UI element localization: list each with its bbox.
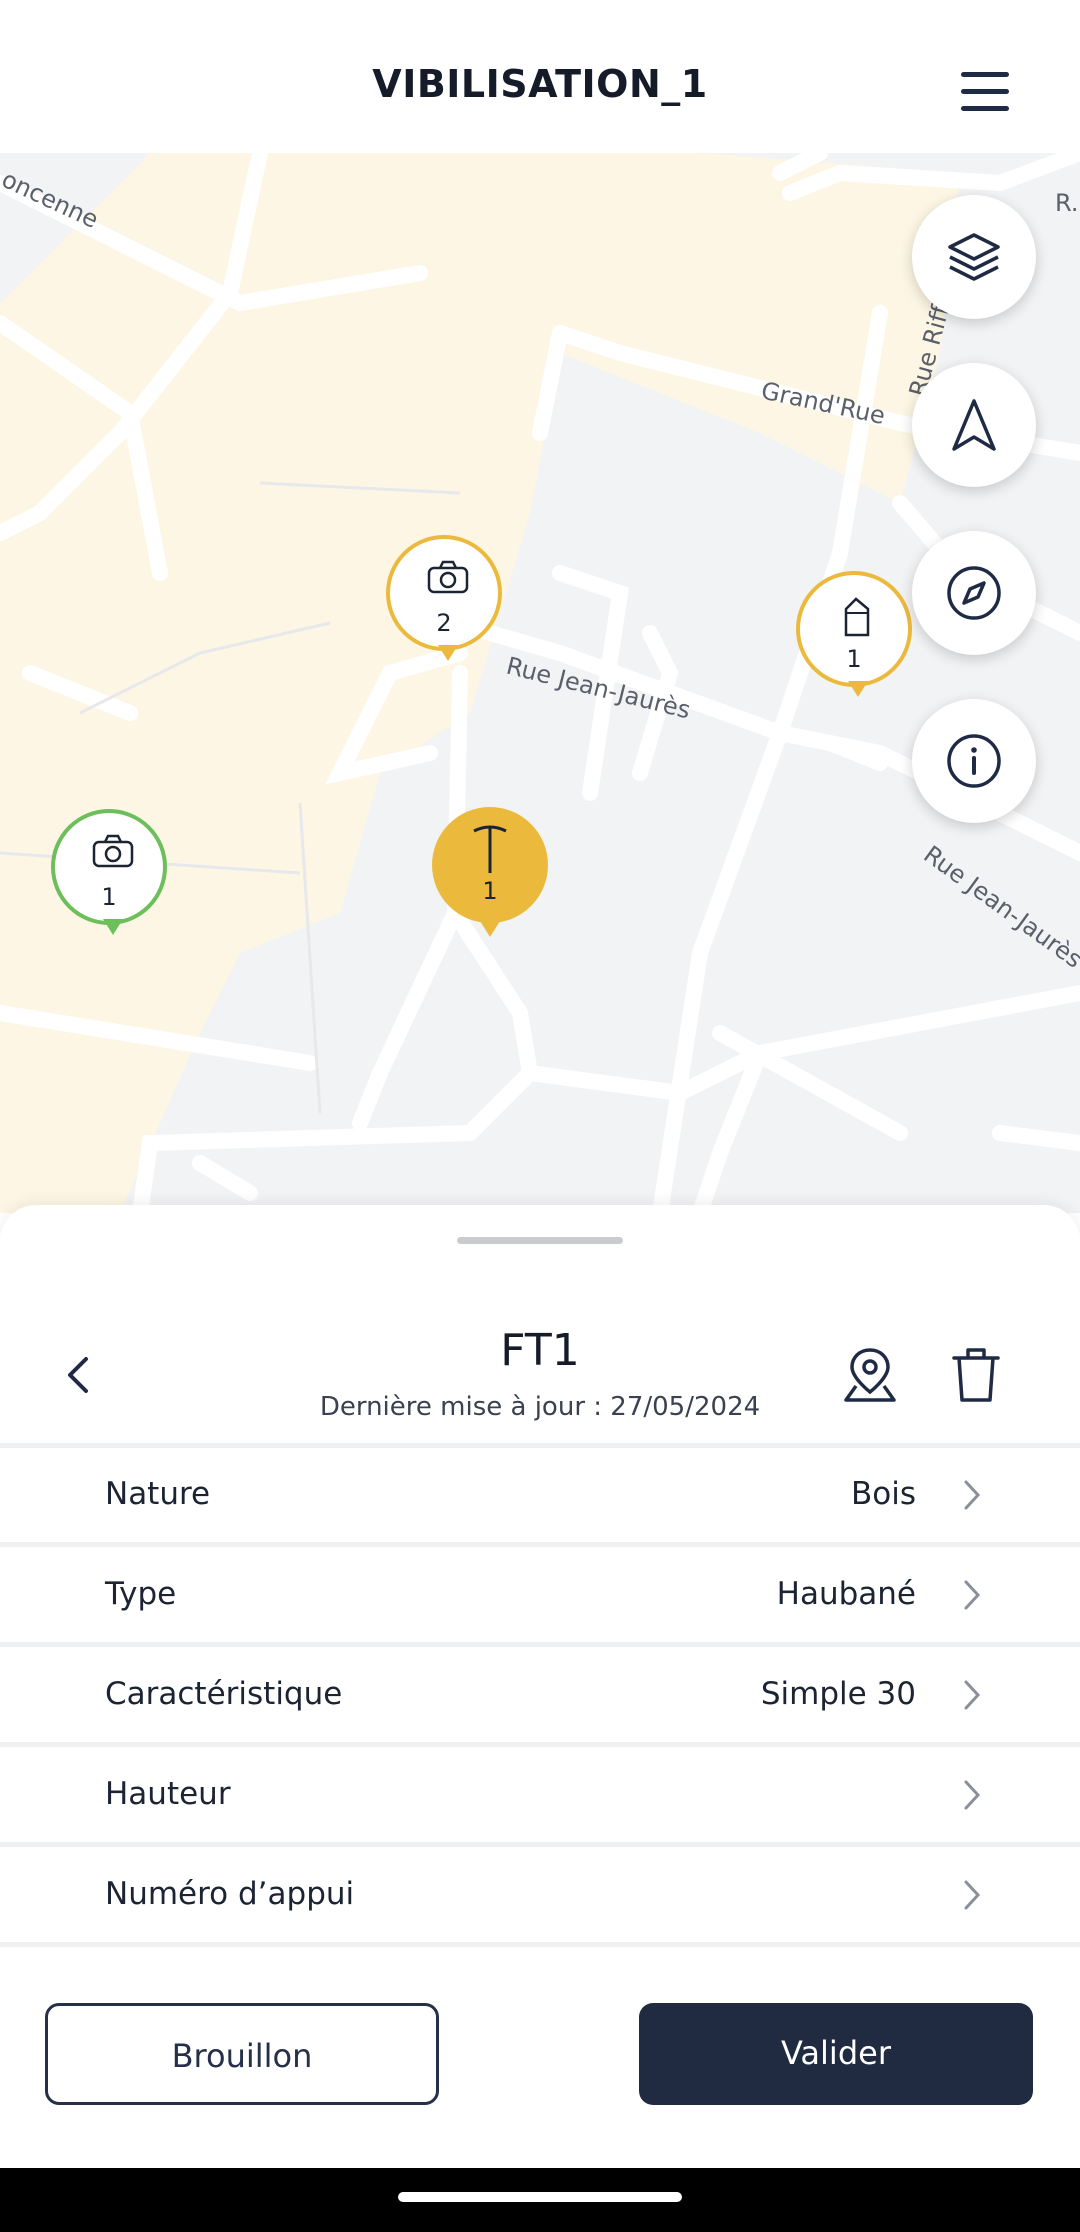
map-view[interactable]: Rue Jean-Jaurès Grand'Rue Rue Riff Rue J… [0, 153, 1080, 1213]
marker-count: 1 [101, 883, 117, 911]
divider [0, 1842, 1080, 1847]
marker-count: 2 [436, 609, 452, 637]
field-value: Simple 30 [760, 1676, 916, 1712]
building-icon [844, 597, 870, 637]
chevron-right-icon [964, 1680, 981, 1710]
field-label: Type [105, 1576, 177, 1612]
camera-icon [427, 560, 469, 594]
chevron-right-icon [964, 1480, 981, 1510]
marker-count: 1 [482, 877, 498, 905]
field-row-type[interactable]: Type Haubané [0, 1548, 1080, 1642]
field-row-hauteur[interactable]: Hauteur [0, 1748, 1080, 1842]
draft-button[interactable]: Brouillon [45, 2003, 439, 2105]
map-background: Rue Jean-Jaurès Grand'Rue Rue Riff Rue J… [0, 153, 1080, 1213]
hamburger-menu-icon[interactable] [955, 70, 1015, 114]
chevron-right-icon [964, 1880, 981, 1910]
map-marker-camera-2[interactable]: 2 [386, 535, 502, 661]
field-label: Nature [105, 1476, 211, 1512]
sheet-drag-handle[interactable] [457, 1237, 623, 1244]
compass-icon [947, 566, 1001, 620]
delete-button[interactable] [946, 1342, 1006, 1408]
field-label: Hauteur [105, 1776, 231, 1812]
validate-button[interactable]: Valider [639, 2003, 1033, 2105]
field-row-caracteristique[interactable]: Caractéristique Simple 30 [0, 1648, 1080, 1742]
info-button[interactable] [912, 699, 1036, 823]
field-value: Bois [851, 1476, 916, 1512]
compass-button[interactable] [912, 531, 1036, 655]
divider [0, 1542, 1080, 1547]
page-title: VIBILISATION_1 [372, 62, 708, 106]
navigation-button[interactable] [912, 363, 1036, 487]
chevron-right-icon [964, 1780, 981, 1810]
field-label: Numéro d’appui [105, 1876, 355, 1912]
field-value: Haubané [776, 1576, 916, 1612]
field-row-nature[interactable]: Nature Bois [0, 1448, 1080, 1542]
field-row-numero-appui[interactable]: Numéro d’appui [0, 1848, 1080, 1942]
pole-icon [473, 825, 507, 873]
trash-icon [952, 1348, 1000, 1402]
item-title: FT1 [500, 1325, 580, 1376]
map-marker-building-1[interactable]: 1 [796, 571, 912, 697]
layers-button[interactable] [912, 195, 1036, 319]
home-indicator[interactable] [398, 2192, 682, 2202]
camera-icon [92, 834, 134, 868]
layers-icon [948, 233, 1000, 281]
street-label-jean-jaures-2: Rue Jean-Jaurès [918, 840, 1080, 973]
info-icon [947, 734, 1001, 788]
map-pin-icon [844, 1348, 896, 1402]
last-updated-text: Dernière mise à jour : 27/05/2024 [319, 1392, 761, 1422]
locate-button[interactable] [840, 1342, 900, 1408]
system-nav-bar [0, 2168, 1080, 2232]
divider [0, 1742, 1080, 1747]
street-label-r: R. [1055, 189, 1078, 217]
divider [0, 1942, 1080, 1947]
navigation-arrow-icon [952, 399, 996, 451]
marker-count: 1 [846, 645, 862, 673]
field-label: Caractéristique [105, 1676, 343, 1712]
map-marker-pole-selected[interactable]: 1 [432, 807, 548, 937]
chevron-right-icon [964, 1580, 981, 1610]
app-header: VIBILISATION_1 [0, 0, 1080, 153]
map-marker-camera-1[interactable]: 1 [51, 809, 167, 935]
divider [0, 1642, 1080, 1647]
